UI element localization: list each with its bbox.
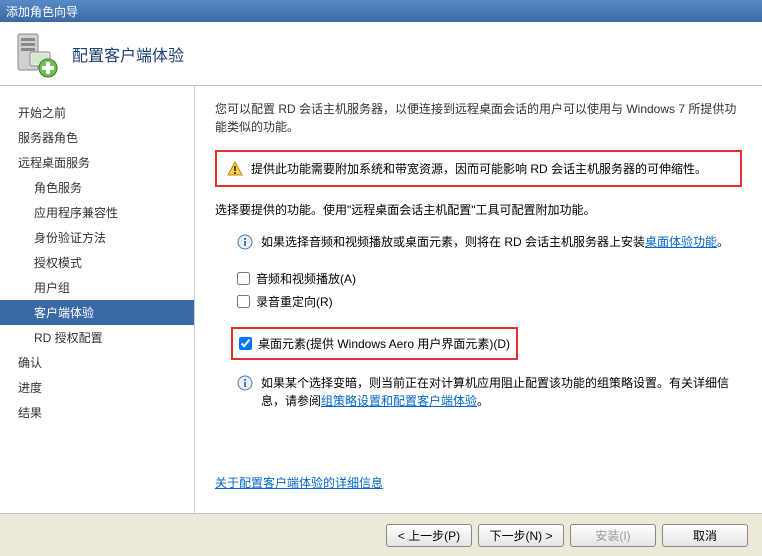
titlebar: 添加角色向导 (0, 0, 762, 22)
warning-box: 提供此功能需要附加系统和带宽资源，因而可能影响 RD 会话主机服务器的可伸缩性。 (215, 150, 742, 187)
page-title: 配置客户端体验 (72, 42, 184, 66)
sidebar-item-server-roles[interactable]: 服务器角色 (0, 125, 194, 150)
sidebar-item-rds[interactable]: 远程桌面服务 (0, 150, 194, 175)
info-icon (237, 375, 253, 391)
server-role-icon (12, 30, 60, 78)
info1-suffix: 。 (717, 235, 729, 249)
warning-icon (227, 161, 243, 177)
sidebar-item-rd-license-config[interactable]: RD 授权配置 (0, 325, 194, 350)
select-text: 选择要提供的功能。使用"远程桌面会话主机配置"工具可配置附加功能。 (215, 201, 742, 219)
check-recording-redirect-input[interactable] (237, 295, 250, 308)
highlighted-check-box: 桌面元素(提供 Windows Aero 用户界面元素)(D) (231, 327, 518, 360)
desktop-experience-link[interactable]: 桌面体验功能 (645, 235, 717, 249)
sidebar-item-begin[interactable]: 开始之前 (0, 100, 194, 125)
check-recording-redirect-label: 录音重定向(R) (256, 293, 333, 310)
sidebar-item-user-groups[interactable]: 用户组 (0, 275, 194, 300)
sidebar-item-auth-method[interactable]: 身份验证方法 (0, 225, 194, 250)
button-bar: < 上一步(P) 下一步(N) > 安装(I) 取消 (0, 513, 762, 556)
wizard-content: 您可以配置 RD 会话主机服务器，以便连接到远程桌面会话的用户可以使用与 Win… (195, 86, 762, 513)
sidebar-item-results[interactable]: 结果 (0, 400, 194, 425)
prev-button[interactable]: < 上一步(P) (386, 524, 472, 547)
cancel-button[interactable]: 取消 (662, 524, 748, 547)
sidebar-item-client-experience[interactable]: 客户端体验 (0, 300, 194, 325)
wizard-header: 配置客户端体验 (0, 22, 762, 86)
check-recording-redirect[interactable]: 录音重定向(R) (237, 290, 742, 313)
info-row-2: 如果某个选择变暗，则当前正在对计算机应用阻止配置该功能的组策略设置。有关详细信息… (215, 374, 742, 410)
more-info-link[interactable]: 关于配置客户端体验的详细信息 (215, 476, 383, 490)
info1-prefix: 如果选择音频和视频播放或桌面元素，则将在 RD 会话主机服务器上安装 (261, 235, 645, 249)
checkbox-group: 音频和视频播放(A) 录音重定向(R) (215, 267, 742, 313)
wizard-sidebar: 开始之前 服务器角色 远程桌面服务 角色服务 应用程序兼容性 身份验证方法 授权… (0, 86, 195, 513)
more-info-row: 关于配置客户端体验的详细信息 (215, 474, 383, 491)
sidebar-item-role-services[interactable]: 角色服务 (0, 175, 194, 200)
check-audio-video-input[interactable] (237, 272, 250, 285)
sidebar-item-confirm[interactable]: 确认 (0, 350, 194, 375)
intro-text: 您可以配置 RD 会话主机服务器，以便连接到远程桌面会话的用户可以使用与 Win… (215, 100, 742, 136)
sidebar-item-app-compat[interactable]: 应用程序兼容性 (0, 200, 194, 225)
warning-text: 提供此功能需要附加系统和带宽资源，因而可能影响 RD 会话主机服务器的可伸缩性。 (251, 160, 707, 177)
group-policy-link[interactable]: 组策略设置和配置客户端体验 (321, 394, 477, 408)
info2-suffix: 。 (477, 394, 489, 408)
check-audio-video[interactable]: 音频和视频播放(A) (237, 267, 742, 290)
info-row-1: 如果选择音频和视频播放或桌面元素，则将在 RD 会话主机服务器上安装桌面体验功能… (215, 233, 742, 251)
next-button[interactable]: 下一步(N) > (478, 524, 564, 547)
sidebar-item-progress[interactable]: 进度 (0, 375, 194, 400)
check-audio-video-label: 音频和视频播放(A) (256, 270, 356, 287)
sidebar-item-license-mode[interactable]: 授权模式 (0, 250, 194, 275)
window-title: 添加角色向导 (6, 3, 78, 20)
info-icon (237, 234, 253, 250)
check-desktop-composition[interactable]: 桌面元素(提供 Windows Aero 用户界面元素)(D) (239, 333, 510, 354)
check-desktop-composition-input[interactable] (239, 337, 252, 350)
install-button: 安装(I) (570, 524, 656, 547)
check-desktop-composition-label: 桌面元素(提供 Windows Aero 用户界面元素)(D) (258, 335, 510, 352)
